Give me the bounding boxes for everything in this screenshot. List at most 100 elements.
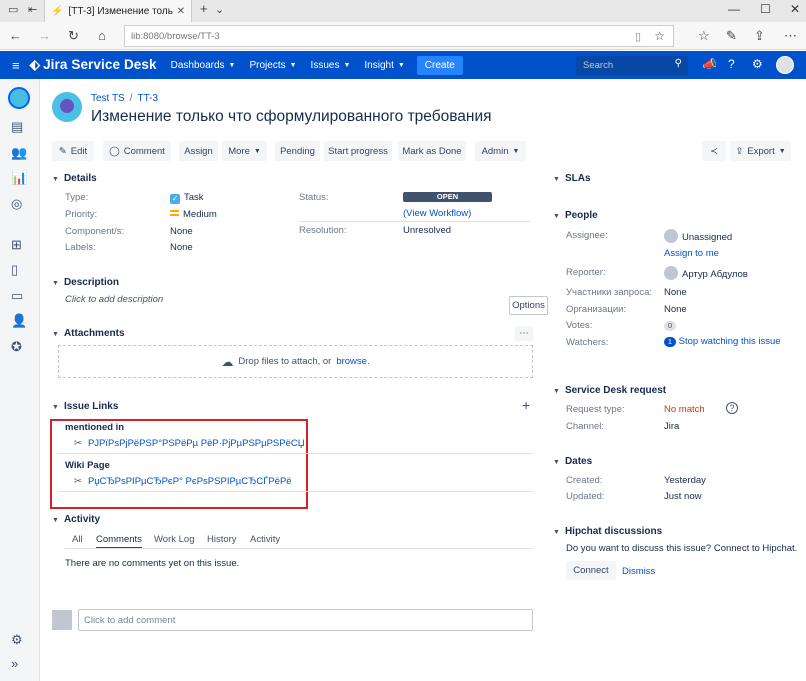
activity-heading[interactable]: ▼ Activity [52,514,100,525]
stop-watching-link[interactable]: Stop watching this issue [679,336,781,347]
admin-button[interactable]: Admin ▼ [475,141,526,161]
breadcrumb-issue[interactable]: TT-3 [138,93,159,104]
new-tab-icon[interactable]: + [200,1,208,16]
comment-button[interactable]: ◯ Comment [103,141,171,161]
compass-icon[interactable]: ✪ [11,339,22,355]
create-button[interactable]: Create [416,55,463,75]
dismiss-link[interactable]: Dismiss [622,566,655,577]
assignee-value[interactable]: Unassigned [664,229,732,243]
add-link-icon[interactable]: + [522,397,530,413]
view-workflow-link[interactable]: (View Workflow) [403,208,471,219]
help-icon[interactable]: ? [728,57,735,71]
divider [58,453,533,454]
nav-dashboards[interactable]: Dashboards ▼ [171,60,236,71]
jira-logo[interactable]: ⬖ Jira Service Desk [30,57,157,73]
more-button[interactable]: More ▼ [222,141,267,161]
description-field[interactable]: Click to add description [65,294,163,305]
share-button[interactable]: ≺ [702,141,726,161]
share-icon[interactable]: ⇪ [754,28,765,44]
project-avatar[interactable] [8,87,30,109]
more-menu-icon[interactable]: ⋯ [784,28,797,44]
assign-button[interactable]: Assign [179,141,218,161]
attachments-more-button[interactable]: ⋯ [515,326,533,341]
favorite-star-icon[interactable]: ☆ [654,29,665,43]
url-field[interactable]: lib:8080/browse/TT-3 ▯ ☆ [124,25,674,47]
search-input[interactable]: Search ⚲ [576,56,688,75]
hipchat-heading[interactable]: ▼ Hipchat discussions [553,526,662,537]
tab-history[interactable]: History [207,534,237,545]
close-window-icon[interactable]: ✕ [790,2,800,16]
forward-icon[interactable]: → [38,28,51,43]
refresh-icon[interactable]: ↻ [68,28,79,44]
confluence-icon: ✂ [74,438,82,449]
maximize-icon[interactable]: ☐ [760,2,771,16]
request-type-value[interactable]: No match [664,404,705,415]
reporter-value[interactable]: Артур Абдулов [664,266,748,280]
expand-sidebar-icon[interactable]: » [11,656,18,671]
service-desk-heading[interactable]: ▼ Service Desk request [553,385,666,396]
votes-value[interactable]: 0 [664,320,676,331]
notes-pen-icon[interactable]: ✎ [726,28,737,44]
attachments-heading[interactable]: ▼ Attachments [52,328,125,339]
sla-icon[interactable]: ◎ [11,196,22,212]
pending-button[interactable]: Pending [275,141,320,161]
channels-icon[interactable]: ▭ [11,288,23,304]
people-heading[interactable]: ▼ People [553,210,598,221]
mark-as-done-button[interactable]: Mark as Done [398,141,466,161]
page-title[interactable]: Изменение только что сформулированного т… [91,108,492,126]
chevron-down-icon: ▼ [778,147,786,155]
edit-button[interactable]: ✎ Edit [52,141,94,161]
settings-gear-icon[interactable]: ⚙ [752,57,763,71]
connect-button[interactable]: Connect [566,561,616,580]
export-label: Export [747,145,775,157]
reading-view-icon[interactable]: ▯ [635,30,641,43]
home-icon[interactable]: ⌂ [98,28,106,43]
participants-label: Участники запроса: [566,287,653,298]
attachment-dropzone[interactable]: ☁ Drop files to attach, or browse. [58,345,533,378]
start-progress-button[interactable]: Start progress [324,141,392,161]
knowledge-base-icon[interactable]: ▯ [11,262,18,278]
browse-link[interactable]: browse. [336,356,369,367]
invite-team-icon[interactable]: 👤 [11,313,27,329]
tab-all[interactable]: All [72,534,83,545]
close-tab-icon[interactable]: ✕ [177,6,185,17]
priority-medium-icon [170,210,179,216]
tab-actions-icon[interactable]: ▭ [8,3,18,16]
queues-icon[interactable]: ▤ [11,119,23,135]
reports-icon[interactable]: 📊 [11,170,27,186]
export-button[interactable]: ⇪ Export ▼ [730,141,791,161]
tab-comments[interactable]: Comments [96,534,142,549]
issue-links-heading[interactable]: ▼ Issue Links [52,401,118,412]
raise-request-icon[interactable]: ⊞ [11,237,22,253]
tab-preview-icon[interactable]: ⇤ [28,3,37,16]
nav-insight[interactable]: Insight ▼ [364,60,404,71]
link-item[interactable]: ✂ РџСЂРѕРІРµСЂРєР° РєРѕРЅРІРµСЂСЃРёРё [74,476,292,487]
chevron-down-icon[interactable]: ⌄ [215,3,224,16]
user-avatar[interactable] [776,56,794,74]
nav-projects[interactable]: Projects ▼ [249,60,296,71]
link-item[interactable]: ✂ РЈРїРѕРјРёРЅР°РЅРёРµ РёР·РјРµРЅРµРЅРёСЏ [74,438,305,449]
watchers-value[interactable]: 1 Stop watching this issue [664,336,781,347]
organizations-label: Организации: [566,304,627,315]
app-switcher-icon[interactable]: ≡ [12,58,20,73]
back-icon[interactable]: ← [9,28,22,43]
tab-work-log[interactable]: Work Log [154,534,194,545]
add-comment-field[interactable]: Click to add comment [78,609,533,631]
nav-issues[interactable]: Issues ▼ [311,60,351,71]
browser-tab[interactable]: ⚡ [TT-3] Изменение толь ✕ [44,0,192,22]
breadcrumb-project[interactable]: Test TS [91,93,125,104]
customers-icon[interactable]: 👥 [11,145,27,161]
feedback-megaphone-icon[interactable]: 📣 [702,57,717,71]
details-heading[interactable]: ▼ Details [52,173,97,184]
favorites-hub-icon[interactable]: ☆ [698,28,710,44]
minimize-icon[interactable]: — [728,2,740,16]
help-icon[interactable]: ? [726,402,738,414]
assign-to-me-link[interactable]: Assign to me [664,248,719,259]
project-settings-icon[interactable]: ⚙ [11,632,23,648]
collapse-triangle-icon: ▼ [553,459,560,466]
description-heading[interactable]: ▼ Description [52,277,119,288]
slas-heading[interactable]: ▼ SLAs [553,173,591,184]
no-comments-text: There are no comments yet on this issue. [65,558,240,569]
tab-activity[interactable]: Activity [250,534,280,545]
dates-heading[interactable]: ▼ Dates [553,456,592,467]
